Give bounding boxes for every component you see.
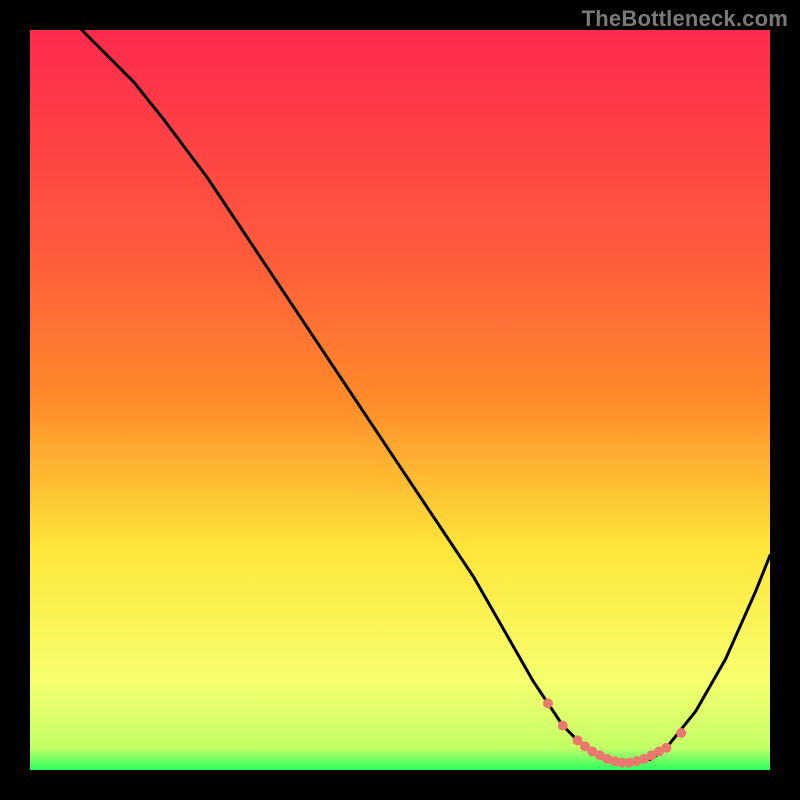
chart-svg xyxy=(30,30,770,770)
marker-point xyxy=(543,698,553,708)
marker-point xyxy=(676,728,686,738)
chart-container: TheBottleneck.com xyxy=(0,0,800,800)
marker-point xyxy=(661,743,671,753)
plot-area xyxy=(30,30,770,770)
gradient-background xyxy=(30,30,770,770)
marker-point xyxy=(558,721,568,731)
watermark: TheBottleneck.com xyxy=(582,6,788,32)
